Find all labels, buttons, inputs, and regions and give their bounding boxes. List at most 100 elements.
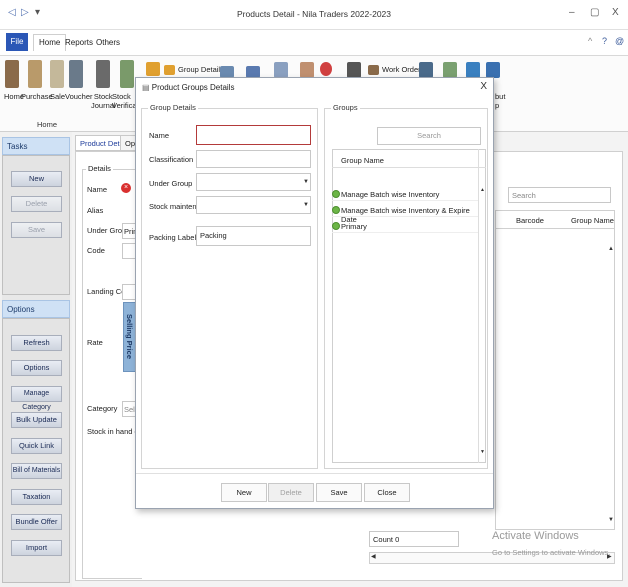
list-icon[interactable] xyxy=(274,62,288,78)
tasks-header: Tasks xyxy=(2,137,70,155)
group-icon xyxy=(332,190,340,198)
code-label: Code xyxy=(87,246,105,255)
minimize-button[interactable]: – xyxy=(569,7,575,18)
rate-label: Rate xyxy=(87,338,103,347)
group-icon xyxy=(332,206,340,214)
work-order-icon xyxy=(368,65,379,75)
export-icon[interactable] xyxy=(486,62,500,78)
groups-scroll-up-icon[interactable]: ▲ xyxy=(480,187,485,193)
stock-maintenance-select[interactable] xyxy=(196,196,311,214)
about-icon[interactable]: @ xyxy=(615,36,624,46)
classification-label: Classification xyxy=(149,155,194,164)
folder-icon[interactable] xyxy=(146,62,160,76)
group-details-icon xyxy=(164,65,175,75)
scroll-left-icon[interactable]: ◀ xyxy=(371,553,376,560)
dialog-app-icon: ▤ xyxy=(142,83,152,92)
dialog-name-input[interactable] xyxy=(196,125,311,145)
groups-scroll-down-icon[interactable]: ▼ xyxy=(480,449,485,455)
voucher-icon[interactable] xyxy=(69,60,83,88)
groups-groupbox: Groups Search Group Name ▲ ▼ Manage Batc… xyxy=(324,103,488,469)
house-icon[interactable] xyxy=(5,60,19,88)
stock-journal-icon[interactable] xyxy=(96,60,110,88)
ribbon-stock-verification-label[interactable]: Stock Verificatio xyxy=(112,92,136,110)
bulk-update-button[interactable]: Bulk Update xyxy=(11,412,62,428)
dialog-footer-divider xyxy=(136,473,493,474)
document-icon[interactable] xyxy=(347,62,361,78)
maximize-button[interactable]: ▢ xyxy=(590,7,599,18)
import-button[interactable]: Import xyxy=(11,540,62,556)
alert-icon[interactable] xyxy=(320,62,332,76)
groups-scrollbar[interactable] xyxy=(478,149,486,463)
options-header: Options xyxy=(2,300,70,318)
delete-button[interactable]: Delete xyxy=(11,196,62,212)
dialog-under-group-select[interactable] xyxy=(196,173,311,191)
groups-title: Groups xyxy=(331,103,360,112)
sale-icon[interactable] xyxy=(50,60,64,88)
ribbon-sale-label[interactable]: Sale xyxy=(50,92,65,101)
classification-input[interactable] xyxy=(196,150,311,168)
ribbon-purchase-label[interactable]: Purchase xyxy=(21,92,53,101)
group-details-groupbox: Group Details Name Classification Under … xyxy=(141,103,318,469)
options-button[interactable]: Options xyxy=(11,360,62,376)
refresh-button[interactable]: Refresh xyxy=(11,335,62,351)
save-button[interactable]: Save xyxy=(11,222,62,238)
purchase-icon[interactable] xyxy=(28,60,42,88)
category-select[interactable]: Sele xyxy=(122,401,136,417)
groups-search-input[interactable]: Search xyxy=(377,127,481,145)
bundle-offer-button[interactable]: Bundle Offer xyxy=(11,514,62,530)
column-barcode: Barcode xyxy=(516,216,544,225)
group-details-title: Group Details xyxy=(148,103,198,112)
dialog-delete-button[interactable]: Delete xyxy=(268,483,314,502)
building-icon[interactable] xyxy=(419,62,433,78)
quick-link-button[interactable]: Quick Link xyxy=(11,438,62,454)
title-bar: ◁ ▷ ▾ Products Detail - Nila Traders 202… xyxy=(0,0,628,30)
under-group-select[interactable]: Prim xyxy=(122,223,136,239)
person-icon[interactable] xyxy=(300,62,314,78)
activate-windows-title: Activate Windows xyxy=(492,530,579,542)
sync-icon[interactable] xyxy=(466,62,480,78)
dialog-new-button[interactable]: New xyxy=(221,483,267,502)
help-icon[interactable]: ? xyxy=(602,36,607,46)
stock-maintenance-chevron-down-icon[interactable]: ▼ xyxy=(303,202,309,208)
packing-label-input[interactable]: Packing xyxy=(196,226,311,246)
grid-header-divider xyxy=(495,228,615,229)
activate-windows-subtitle: Go to Settings to activate Windows. xyxy=(492,548,611,557)
bill-of-materials-button[interactable]: Bill of Materials xyxy=(11,463,62,479)
landing-cost-field[interactable] xyxy=(122,284,136,300)
file-menu-button[interactable]: File xyxy=(6,33,28,51)
group-row-divider xyxy=(332,200,478,201)
group-row-divider xyxy=(332,232,478,233)
tab-others[interactable]: Others xyxy=(91,35,125,52)
dialog-close-button[interactable]: Close xyxy=(364,483,410,502)
ribbon-partial-label: but p xyxy=(495,92,506,110)
category-label: Category xyxy=(87,404,118,413)
dialog-close-icon[interactable]: X xyxy=(480,81,487,92)
group-row[interactable]: Manage Batch wise Inventory xyxy=(332,190,439,199)
taxation-button[interactable]: Taxation xyxy=(11,489,62,505)
left-panel: Tasks New Delete Save Options Refresh Op… xyxy=(2,137,70,583)
code-field[interactable] xyxy=(122,243,136,259)
chart-icon[interactable] xyxy=(443,62,457,78)
grid-scroll-down-icon[interactable]: ▼ xyxy=(608,517,614,523)
work-order-button[interactable]: Work Order xyxy=(368,64,421,76)
product-grid xyxy=(495,210,615,530)
packing-label-label: Packing Label xyxy=(149,233,197,242)
stock-verification-icon[interactable] xyxy=(120,60,134,88)
ribbon-voucher-label[interactable]: Voucher xyxy=(65,92,93,101)
grid-scroll-up-icon[interactable]: ▲ xyxy=(608,246,614,252)
groups-header-divider xyxy=(332,167,486,168)
under-group-chevron-down-icon[interactable]: ▼ xyxy=(303,179,309,185)
menu-bar: File Home Reports Others ^ ? @ xyxy=(0,30,628,56)
close-button[interactable]: X xyxy=(612,7,619,18)
error-icon: × xyxy=(121,183,131,193)
group-row[interactable]: Primary xyxy=(332,222,367,231)
column-group-name: Group Name xyxy=(571,216,614,225)
group-icon xyxy=(332,222,340,230)
new-button[interactable]: New xyxy=(11,171,62,187)
stock-in-hand-label: Stock in hand g xyxy=(87,427,139,436)
collapse-ribbon-icon[interactable]: ^ xyxy=(588,36,592,46)
group-details-button[interactable]: Group Details xyxy=(164,64,224,76)
dialog-save-button[interactable]: Save xyxy=(316,483,362,502)
product-search-input[interactable]: Search xyxy=(508,187,611,203)
manage-category-button[interactable]: Manage Category xyxy=(11,386,62,411)
